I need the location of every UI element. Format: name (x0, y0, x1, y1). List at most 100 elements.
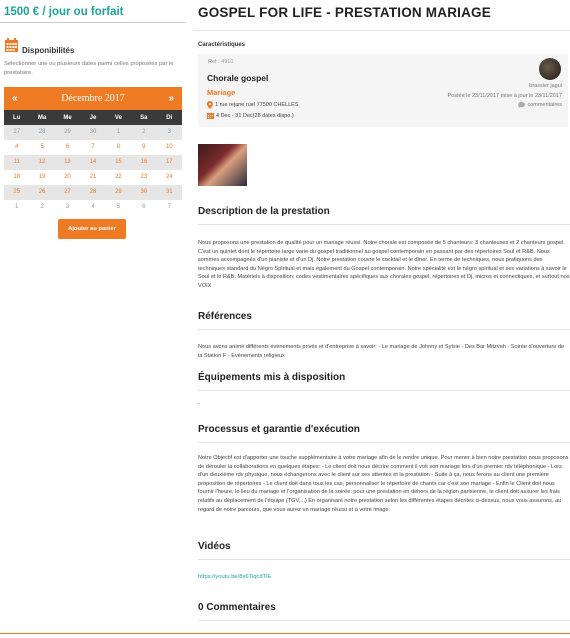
calendar-day[interactable]: 15 (105, 155, 132, 170)
calendar-day[interactable]: 5 (106, 200, 131, 215)
weekday-label: Ma (37, 114, 47, 121)
calendar-day[interactable]: 24 (157, 170, 182, 185)
description-heading: Description de la prestation (198, 206, 330, 217)
calendar-days: 27 28 29 30 1 2 3 4 5 6 7 8 9 10 11 12 13 14 15 16 17 18 19 20 2… (4, 125, 182, 215)
calendar-day[interactable]: 30 (131, 185, 157, 200)
avatar[interactable] (539, 58, 561, 80)
divider (198, 224, 570, 225)
dates-row: 4 Dec - 31 Dec(28 dates dispo.) (207, 112, 294, 119)
comments-label: commentaires (527, 102, 562, 108)
calendar-day[interactable]: 21 (80, 170, 105, 185)
calendar-day[interactable]: 1 (105, 125, 132, 140)
main-content: GOSPEL FOR LIFE - PRESTATION MARIAGE Car… (193, 0, 570, 638)
availability-description: Sélectionner une ou plusieurs dates parm… (4, 61, 174, 76)
weekday-label: Me (63, 114, 72, 121)
calendar-day[interactable]: 1 (4, 200, 29, 215)
listing-category: Mariage (207, 88, 236, 97)
characteristics-label: Caractéristiques (198, 42, 246, 48)
calendar-small-icon (207, 113, 214, 119)
calendar-day[interactable]: 20 (55, 170, 80, 185)
calendar-day[interactable]: 3 (156, 125, 182, 140)
divider (198, 620, 570, 621)
video-link[interactable]: https://youtu.be/8x6TiqcdTlE (198, 574, 271, 580)
divider (198, 390, 570, 391)
description-text: Nous proposons une prestation de qualité… (198, 240, 570, 289)
author-name[interactable]: brassier jagui (529, 83, 562, 89)
listing-name: Chorale gospel (207, 73, 269, 83)
comments-heading: 0 Commentaires (198, 602, 276, 613)
weekday-label: Lu (13, 114, 21, 121)
weekday-label: Ve (114, 114, 122, 121)
calendar-day[interactable]: 16 (131, 155, 157, 170)
calendar-day[interactable]: 7 (80, 140, 105, 155)
calendar-day[interactable]: 30 (80, 125, 106, 140)
calendar-month-label: Décembre 2017 (61, 93, 125, 104)
divider (0, 22, 186, 23)
calendar-day[interactable]: 19 (29, 170, 54, 185)
videos-heading: Vidéos (198, 541, 231, 552)
add-to-cart-button[interactable]: Ajouter au panier (58, 219, 126, 239)
calendar-day[interactable]: 2 (131, 125, 157, 140)
calendar-day[interactable]: 14 (80, 155, 106, 170)
calendar-day[interactable]: 8 (106, 140, 131, 155)
reference-number: Ref : 4910 (208, 59, 234, 65)
calendar-day[interactable]: 13 (54, 155, 81, 170)
left-sidebar: 1500 € / jour ou forfait Disponibilités … (0, 0, 190, 638)
references-heading: Références (198, 311, 252, 322)
process-heading: Processus et garantie d'exécution (198, 424, 360, 435)
calendar-icon (5, 38, 18, 52)
calendar-day[interactable]: 9 (131, 140, 156, 155)
calendar-day[interactable]: 10 (157, 140, 182, 155)
process-text: Notre Objectif est d'apporter une touche… (198, 455, 569, 513)
divider (198, 442, 570, 443)
calendar-day[interactable]: 26 (29, 185, 55, 200)
prev-month-button[interactable]: « (12, 93, 18, 104)
footer-divider (0, 633, 570, 634)
calendar-day[interactable]: 28 (80, 185, 106, 200)
calendar-day[interactable]: 7 (157, 200, 182, 215)
calendar-day[interactable]: 6 (55, 140, 80, 155)
weekday-label: Di (166, 114, 173, 121)
calendar-day[interactable]: 4 (4, 140, 29, 155)
address-text: 1 rue rejane ruel 77500 CHELLES (215, 102, 299, 108)
calendar-day[interactable]: 5 (29, 140, 54, 155)
dates-text: 4 Dec - 31 Dec(28 dates dispo.) (216, 112, 294, 119)
calendar-header: « Décembre 2017 » (4, 87, 182, 110)
calendar-day[interactable]: 27 (54, 185, 81, 200)
calendar-day[interactable]: 22 (106, 170, 131, 185)
calendar-day[interactable]: 27 (4, 125, 30, 140)
divider (198, 559, 570, 560)
listing-card: Ref : 4910 Chorale gospel Mariage 1 rue … (198, 54, 568, 127)
calendar-day[interactable]: 18 (4, 170, 29, 185)
calendar-day[interactable]: 23 (131, 170, 156, 185)
price-label: 1500 € / jour ou forfait (4, 6, 124, 18)
page-title: GOSPEL FOR LIFE - PRESTATION MARIAGE (198, 5, 491, 20)
calendar-day[interactable]: 25 (4, 185, 30, 200)
listing-photo[interactable] (198, 144, 247, 186)
calendar-day[interactable]: 4 (80, 200, 105, 215)
weekday-header: Lu Ma Me Je Ve Sa Di (4, 110, 182, 125)
calendar-day[interactable]: 17 (156, 155, 182, 170)
calendar-day[interactable]: 2 (29, 200, 54, 215)
calendar-day[interactable]: 6 (131, 200, 156, 215)
weekday-label: Sa (140, 114, 148, 121)
location-pin-icon (207, 101, 213, 109)
divider (198, 329, 570, 330)
references-text: Nous avons animé différents événements p… (198, 344, 565, 359)
address-row: 1 rue rejane ruel 77500 CHELLES (207, 101, 298, 109)
calendar-day[interactable]: 11 (4, 155, 30, 170)
weekday-label: Je (89, 114, 97, 121)
divider (193, 30, 570, 31)
calendar-day[interactable]: 28 (29, 125, 55, 140)
calendar-day[interactable]: 3 (55, 200, 80, 215)
next-month-button[interactable]: » (168, 93, 174, 104)
date-picker: « Décembre 2017 » Lu Ma Me Je Ve Sa Di 27 28 29 3… (4, 87, 182, 215)
comments-link[interactable]: commentaires (518, 102, 562, 108)
calendar-day[interactable]: 31 (156, 185, 182, 200)
availability-title: Disponibilités (22, 46, 75, 55)
calendar-day[interactable]: 12 (29, 155, 55, 170)
calendar-day[interactable]: 29 (54, 125, 81, 140)
equipment-heading: Équipements mis à disposition (198, 372, 346, 383)
equipment-text: - (198, 401, 200, 407)
calendar-day[interactable]: 29 (105, 185, 132, 200)
